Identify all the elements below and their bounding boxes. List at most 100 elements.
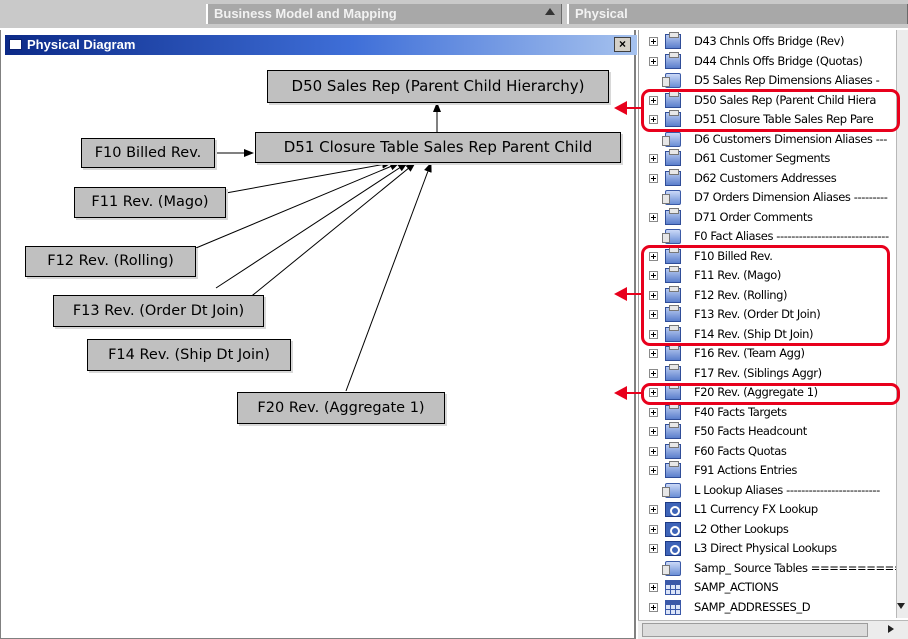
expand-plus-icon[interactable]: [649, 56, 658, 66]
connector-f11-to-d51: [225, 160, 392, 194]
tree-item[interactable]: F17 Rev. (Siblings Aggr): [639, 363, 908, 384]
tree-item[interactable]: D44 Chnls Offs Bridge (Quotas): [639, 51, 908, 72]
expand-plus-icon[interactable]: [649, 173, 658, 183]
tab-business-model-and-mapping[interactable]: Business Model and Mapping: [206, 4, 562, 24]
lookup-icon: [665, 521, 681, 537]
tree-item-label: D62 Customers Addresses: [694, 170, 837, 185]
tree-item-label: D5 Sales Rep Dimensions Aliases -: [694, 73, 880, 87]
expand-plus-icon[interactable]: [649, 368, 658, 378]
alias-icon: [662, 482, 681, 498]
expand-plus-icon[interactable]: [649, 446, 658, 456]
expand-plus-icon[interactable]: [649, 583, 658, 592]
node-f11[interactable]: F11 Rev. (Mago): [74, 187, 226, 218]
tree-item[interactable]: D7 Orders Dimension Aliases ---------: [639, 188, 908, 208]
tree-item[interactable]: D5 Sales Rep Dimensions Aliases -: [639, 71, 908, 91]
tree-item-label: F91 Actions Entries: [694, 463, 798, 477]
tree-item[interactable]: D62 Customers Addresses: [639, 168, 908, 189]
tree-item[interactable]: F91 Actions Entries: [639, 461, 908, 481]
tree-item[interactable]: L3 Direct Physical Lookups: [639, 539, 908, 559]
tree-item-label: F16 Rev. (Team Agg): [694, 346, 805, 360]
diagram-title: Physical Diagram: [27, 37, 136, 52]
close-icon[interactable]: ×: [614, 37, 631, 52]
node-f14[interactable]: F14 Rev. (Ship Dt Join): [87, 339, 291, 371]
tree-item-label: F0 Fact Aliases ------------------------…: [694, 229, 889, 243]
expand-plus-icon[interactable]: [649, 466, 658, 475]
table-folder-icon: [665, 168, 681, 186]
scroll-right-icon[interactable]: [888, 625, 894, 633]
table-folder-icon: [665, 149, 681, 166]
tree-item[interactable]: F40 Facts Targets: [639, 402, 908, 423]
tree-item[interactable]: Samp_ Source Tables ==========: [639, 559, 908, 579]
table-folder-icon: [665, 32, 681, 49]
tree-item-label: D61 Customer Segments: [694, 151, 831, 165]
tree-item-label: D71 Order Comments: [694, 209, 813, 224]
node-f20[interactable]: F20 Rev. (Aggregate 1): [237, 392, 445, 424]
table-folder-icon: [665, 51, 681, 69]
expand-plus-icon[interactable]: [649, 37, 658, 46]
node-d50[interactable]: D50 Sales Rep (Parent Child Hierarchy): [267, 70, 609, 103]
expand-plus-icon[interactable]: [649, 349, 658, 358]
tree-item[interactable]: L1 Currency FX Lookup: [639, 500, 908, 520]
tree-item[interactable]: SAMP_ADDRESSES_D: [639, 598, 908, 618]
diagram-title-bar[interactable]: Physical Diagram ×: [5, 35, 637, 55]
alias-icon: [662, 560, 681, 576]
node-d51[interactable]: D51 Closure Table Sales Rep Parent Child: [255, 132, 621, 163]
tab-scroll-up-icon[interactable]: [545, 8, 555, 15]
tree-item-label: D44 Chnls Offs Bridge (Quotas): [694, 53, 863, 68]
expand-plus-icon[interactable]: [649, 602, 658, 612]
tree-item-label: L3 Direct Physical Lookups: [694, 541, 837, 555]
alias-icon: [662, 73, 681, 88]
expand-plus-icon[interactable]: [649, 544, 658, 553]
alias-icon: [662, 131, 681, 147]
tree-item-label: D6 Customers Dimension Aliases ---: [694, 131, 887, 146]
table-folder-icon: [665, 461, 681, 478]
expand-plus-icon[interactable]: [649, 407, 658, 417]
tree-item-label: SAMP_ADDRESSES_D: [694, 599, 811, 614]
tree-item[interactable]: D6 Customers Dimension Aliases ---: [639, 130, 908, 150]
tree-item[interactable]: D43 Chnls Offs Bridge (Rev): [639, 32, 908, 52]
tree-item-label: F60 Facts Quotas: [694, 443, 787, 458]
tree-item-label: L1 Currency FX Lookup: [694, 502, 818, 516]
expand-plus-icon[interactable]: [649, 505, 658, 514]
scrollbar-thumb[interactable]: [642, 623, 868, 637]
tree-item-label: F50 Facts Headcount: [694, 424, 807, 438]
tree-item[interactable]: D71 Order Comments: [639, 207, 908, 228]
highlight-box-f10-f14: [641, 245, 890, 346]
tree-item[interactable]: F50 Facts Headcount: [639, 422, 908, 442]
tree-item[interactable]: F60 Facts Quotas: [639, 441, 908, 462]
tree-item[interactable]: D61 Customer Segments: [639, 149, 908, 169]
tree-item[interactable]: L Lookup Aliases -----------------------…: [639, 481, 908, 501]
diagram-canvas[interactable]: D50 Sales Rep (Parent Child Hierarchy) D…: [1, 30, 637, 639]
expand-plus-icon[interactable]: [649, 154, 658, 163]
tree-item[interactable]: L2 Other Lookups: [639, 520, 908, 540]
physical-diagram-window: D50 Sales Rep (Parent Child Hierarchy) D…: [0, 30, 637, 639]
tab-strip: Business Model and Mapping Physical: [0, 0, 908, 28]
tree-item-label: Samp_ Source Tables ==========: [694, 560, 904, 575]
scroll-down-icon[interactable]: [897, 603, 905, 609]
table-icon: [665, 599, 681, 615]
tree-item-label: L2 Other Lookups: [694, 521, 789, 536]
alias-icon: [662, 190, 681, 205]
window-icon: [9, 39, 22, 50]
tree-item-label: D43 Chnls Offs Bridge (Rev): [694, 34, 845, 48]
connector-f13-to-d51: [215, 162, 408, 289]
highlight-box-d50-d51: [641, 89, 900, 132]
tree-item-label: SAMP_ACTIONS: [694, 580, 779, 594]
lookup-icon: [665, 541, 681, 556]
expand-plus-icon[interactable]: [649, 427, 658, 436]
node-f12[interactable]: F12 Rev. (Rolling): [25, 246, 196, 277]
table-folder-icon: [665, 441, 681, 459]
highlight-box-f20: [641, 383, 900, 405]
table-folder-icon: [665, 422, 681, 439]
tree-item[interactable]: F16 Rev. (Team Agg): [639, 344, 908, 364]
expand-plus-icon[interactable]: [649, 212, 658, 222]
tree-item[interactable]: SAMP_ACTIONS: [639, 578, 908, 598]
expand-plus-icon[interactable]: [649, 524, 658, 534]
node-f10[interactable]: F10 Billed Rev.: [81, 138, 215, 168]
tree-item[interactable]: F0 Fact Aliases ------------------------…: [639, 227, 908, 247]
table-icon: [665, 580, 681, 595]
diagram-connectors: [195, 102, 441, 392]
node-f13[interactable]: F13 Rev. (Order Dt Join): [53, 295, 264, 327]
tab-physical[interactable]: Physical: [567, 4, 908, 24]
horizontal-scrollbar[interactable]: [638, 620, 908, 639]
